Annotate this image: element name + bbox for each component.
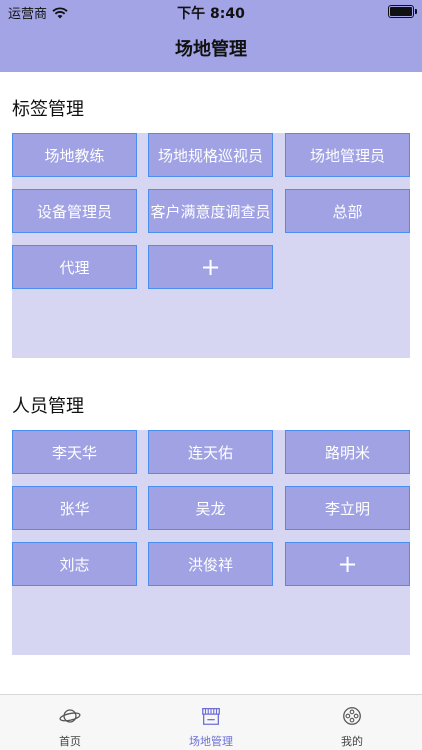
battery-icon	[388, 5, 417, 18]
page-title: 场地管理	[175, 39, 247, 60]
tags-section-title: 标签管理	[12, 99, 84, 120]
add-person-button[interactable]: +	[285, 542, 410, 586]
tag-chip[interactable]: 总部	[285, 189, 410, 233]
add-tag-button[interactable]: +	[148, 245, 273, 289]
person-chip[interactable]: 路明米	[285, 430, 410, 474]
film-reel-icon	[343, 707, 361, 725]
tag-chip[interactable]: 场地管理员	[285, 133, 410, 177]
tag-chip[interactable]: 场地规格巡视员	[148, 133, 273, 177]
person-chip[interactable]: 吴龙	[148, 486, 273, 530]
person-chip[interactable]: 刘志	[12, 542, 137, 586]
tag-chip[interactable]: 代理	[12, 245, 137, 289]
tags-panel: 场地教练 场地规格巡视员 场地管理员 设备管理员 客户满意度调查员 总部 代理 …	[12, 133, 410, 358]
person-chip[interactable]: 洪俊祥	[148, 542, 273, 586]
people-panel: 李天华 连天佑 路明米 张华 吴龙 李立明 刘志 洪俊祥 +	[12, 430, 410, 655]
tag-chip[interactable]: 设备管理员	[12, 189, 137, 233]
tag-chip[interactable]: 客户满意度调查员	[148, 189, 273, 233]
person-chip[interactable]: 李立明	[285, 486, 410, 530]
nav-bar: 场地管理	[0, 24, 422, 72]
tag-chip[interactable]: 场地教练	[12, 133, 137, 177]
tab-venue-management-label: 场地管理	[189, 735, 233, 748]
person-chip[interactable]: 连天佑	[148, 430, 273, 474]
status-bar: 运营商 下午 8:40	[0, 0, 422, 24]
planet-icon	[59, 709, 81, 723]
tab-home-label: 首页	[59, 735, 81, 748]
status-time: 下午 8:40	[177, 6, 245, 22]
tab-bar: 首页 场地管理 我的	[0, 694, 422, 750]
tab-home[interactable]: 首页	[0, 695, 140, 750]
tab-venue-management[interactable]: 场地管理	[141, 695, 281, 750]
person-chip[interactable]: 李天华	[12, 430, 137, 474]
tab-mine-label: 我的	[341, 735, 363, 748]
stall-icon	[202, 708, 220, 725]
people-section-title: 人员管理	[12, 396, 84, 417]
person-chip[interactable]: 张华	[12, 486, 137, 530]
tab-mine[interactable]: 我的	[282, 695, 422, 750]
